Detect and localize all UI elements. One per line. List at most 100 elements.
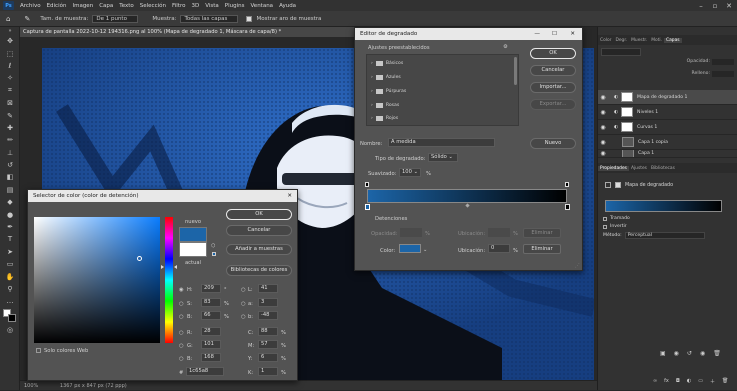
lasso-tool-icon[interactable]: ℓ xyxy=(0,60,20,72)
cube-warning-icon[interactable]: ⬡ xyxy=(211,243,215,249)
smoothness-field[interactable]: 100 ⌄ xyxy=(399,168,421,177)
menu-capa[interactable]: Capa xyxy=(96,3,116,9)
lab-b-field[interactable]: -48 xyxy=(258,311,278,320)
eyedropper-tool-icon[interactable]: ✎ xyxy=(24,15,30,23)
dialog-close-icon[interactable]: ✕ xyxy=(570,28,575,40)
menu-3d[interactable]: 3D xyxy=(188,3,202,9)
l-radio-icon[interactable]: ○ xyxy=(241,287,246,293)
eye-icon[interactable]: ◉ xyxy=(598,150,608,157)
r-radio-icon[interactable]: ○ xyxy=(179,330,184,336)
a-field[interactable]: 3 xyxy=(258,298,278,307)
midpoint-diamond[interactable] xyxy=(465,203,470,208)
menu-archivo[interactable]: Archivo xyxy=(17,3,44,9)
bv-radio-icon[interactable]: ○ xyxy=(179,356,184,362)
b-radio-icon[interactable]: ○ xyxy=(179,314,184,320)
name-field[interactable]: A medida xyxy=(388,138,495,147)
color-stop-right[interactable] xyxy=(565,204,570,210)
visibility-icon[interactable]: ◉ xyxy=(700,350,705,357)
b-field[interactable]: 66 xyxy=(201,311,221,320)
presets-settings-icon[interactable]: ⚙ xyxy=(503,44,508,50)
more-tools-icon[interactable]: … xyxy=(0,295,20,307)
trash-icon[interactable]: 🗑 xyxy=(713,350,721,357)
reset-icon[interactable]: ↺ xyxy=(687,350,692,357)
shape-tool-icon[interactable]: ▭ xyxy=(0,258,20,270)
s-field[interactable]: 83 xyxy=(201,298,221,307)
hex-field[interactable]: 1c65a8 xyxy=(186,367,224,376)
tab-patterns[interactable]: Moti. xyxy=(649,38,664,43)
close-icon[interactable]: ✕ xyxy=(722,0,736,11)
preset-folder[interactable]: › Azules xyxy=(371,75,401,80)
presets-scrollbar[interactable] xyxy=(514,57,517,85)
hue-slider-handle-right-icon[interactable] xyxy=(174,265,177,269)
web-only-checkbox[interactable] xyxy=(36,348,41,353)
layer-row[interactable]: ◉ ◐ Curvas 1 xyxy=(598,120,737,135)
menu-texto[interactable]: Texto xyxy=(116,3,137,9)
menu-vista[interactable]: Vista xyxy=(202,3,222,9)
layer-row[interactable]: ◉ ◐ Niveles 1 xyxy=(598,105,737,120)
opacity-stop-left[interactable] xyxy=(365,182,369,187)
a-radio-icon[interactable]: ○ xyxy=(241,301,246,307)
pen-tool-icon[interactable]: ✒ xyxy=(0,221,20,233)
menu-filtro[interactable]: Filtro xyxy=(169,3,188,9)
import-button[interactable]: Importar... xyxy=(530,82,576,93)
frame-tool-icon[interactable]: ⊠ xyxy=(0,97,20,109)
group-icon[interactable]: ▭ xyxy=(698,378,703,385)
marquee-tool-icon[interactable]: ⬚ xyxy=(0,47,20,59)
bv-field[interactable]: 168 xyxy=(201,353,221,362)
color-field[interactable] xyxy=(34,217,160,343)
menu-imagen[interactable]: Imagen xyxy=(69,3,96,9)
chevron-down-icon[interactable]: ⌄ xyxy=(423,247,427,253)
tab-libraries[interactable]: Bibliotecas xyxy=(649,166,677,171)
tab-color[interactable]: Color xyxy=(598,38,613,43)
l-field[interactable]: 41 xyxy=(258,284,278,293)
collapse-icon[interactable]: » xyxy=(0,27,20,35)
menu-ayuda[interactable]: Ayuda xyxy=(276,3,299,9)
menu-seleccion[interactable]: Selección xyxy=(137,3,169,9)
eye-icon[interactable]: ◉ xyxy=(598,109,608,116)
new-button[interactable]: Nuevo xyxy=(530,138,576,149)
delete-layer-icon[interactable]: 🗑 xyxy=(722,378,728,385)
s-radio-icon[interactable]: ○ xyxy=(179,301,184,307)
fx-icon[interactable]: fx xyxy=(664,378,669,385)
tab-adjustments[interactable]: Ajustes xyxy=(629,166,649,171)
hue-slider[interactable] xyxy=(161,217,177,343)
tab-layers[interactable]: Capas xyxy=(664,37,682,43)
zoom-tool-icon[interactable]: ⚲ xyxy=(0,283,20,295)
g-radio-icon[interactable]: ○ xyxy=(179,343,184,349)
preset-folder[interactable]: › Púrpuras xyxy=(371,89,406,94)
color-libraries-button[interactable]: Bibliotecas de colores xyxy=(226,265,292,276)
opacity-stop-right[interactable] xyxy=(565,182,569,187)
dialog-minimize-icon[interactable]: — xyxy=(534,28,540,40)
stop-color-swatch[interactable] xyxy=(399,244,421,253)
minimize-icon[interactable]: – xyxy=(694,0,708,11)
color-field-cursor[interactable] xyxy=(137,256,142,261)
dodge-tool-icon[interactable]: ● xyxy=(0,208,20,220)
web-safe-swatch[interactable] xyxy=(212,252,216,256)
dither-checkbox[interactable] xyxy=(603,216,607,221)
reverse-row[interactable]: Invertir xyxy=(603,224,627,229)
select-tool-icon[interactable]: ✧ xyxy=(0,72,20,84)
add-mask-icon[interactable]: ◘ xyxy=(676,378,680,385)
hue-slider-handle-icon[interactable] xyxy=(161,265,164,269)
layer-row[interactable]: ◉ ◐ Mapa de degradado 1 xyxy=(598,90,737,105)
tab-properties[interactable]: Propiedades xyxy=(598,165,629,171)
gradient-type-dropdown[interactable]: Sólido ⌄ xyxy=(428,153,458,162)
ok-button[interactable]: OK xyxy=(530,48,576,59)
opacity-field[interactable] xyxy=(400,228,422,237)
eyedropper-icon[interactable]: ✎ xyxy=(0,109,20,121)
tab-gradients[interactable]: Degr. xyxy=(613,38,629,43)
maximize-icon[interactable]: ▫ xyxy=(708,0,722,11)
h-field[interactable]: 209 xyxy=(201,284,221,293)
quick-mask-icon[interactable]: ◎ xyxy=(0,324,20,336)
gradient-bar[interactable] xyxy=(367,189,567,203)
presets-list[interactable]: › Básicos › Azules › Púrpuras › Rosas › Rojos xyxy=(366,54,519,126)
gradient-tool-icon[interactable]: ▤ xyxy=(0,184,20,196)
adjustment-layer-icon[interactable]: ◐ xyxy=(687,378,691,385)
view-previous-icon[interactable]: ◉ xyxy=(674,350,679,357)
blur-tool-icon[interactable]: ◆ xyxy=(0,196,20,208)
sample-size-dropdown[interactable]: De 1 punto xyxy=(92,14,139,23)
new-layer-icon[interactable]: ＋ xyxy=(710,378,715,385)
gradient-map-preview[interactable] xyxy=(605,200,722,212)
layer-row[interactable]: ◉ Capa 1 xyxy=(598,150,737,158)
reverse-checkbox[interactable] xyxy=(603,224,607,229)
